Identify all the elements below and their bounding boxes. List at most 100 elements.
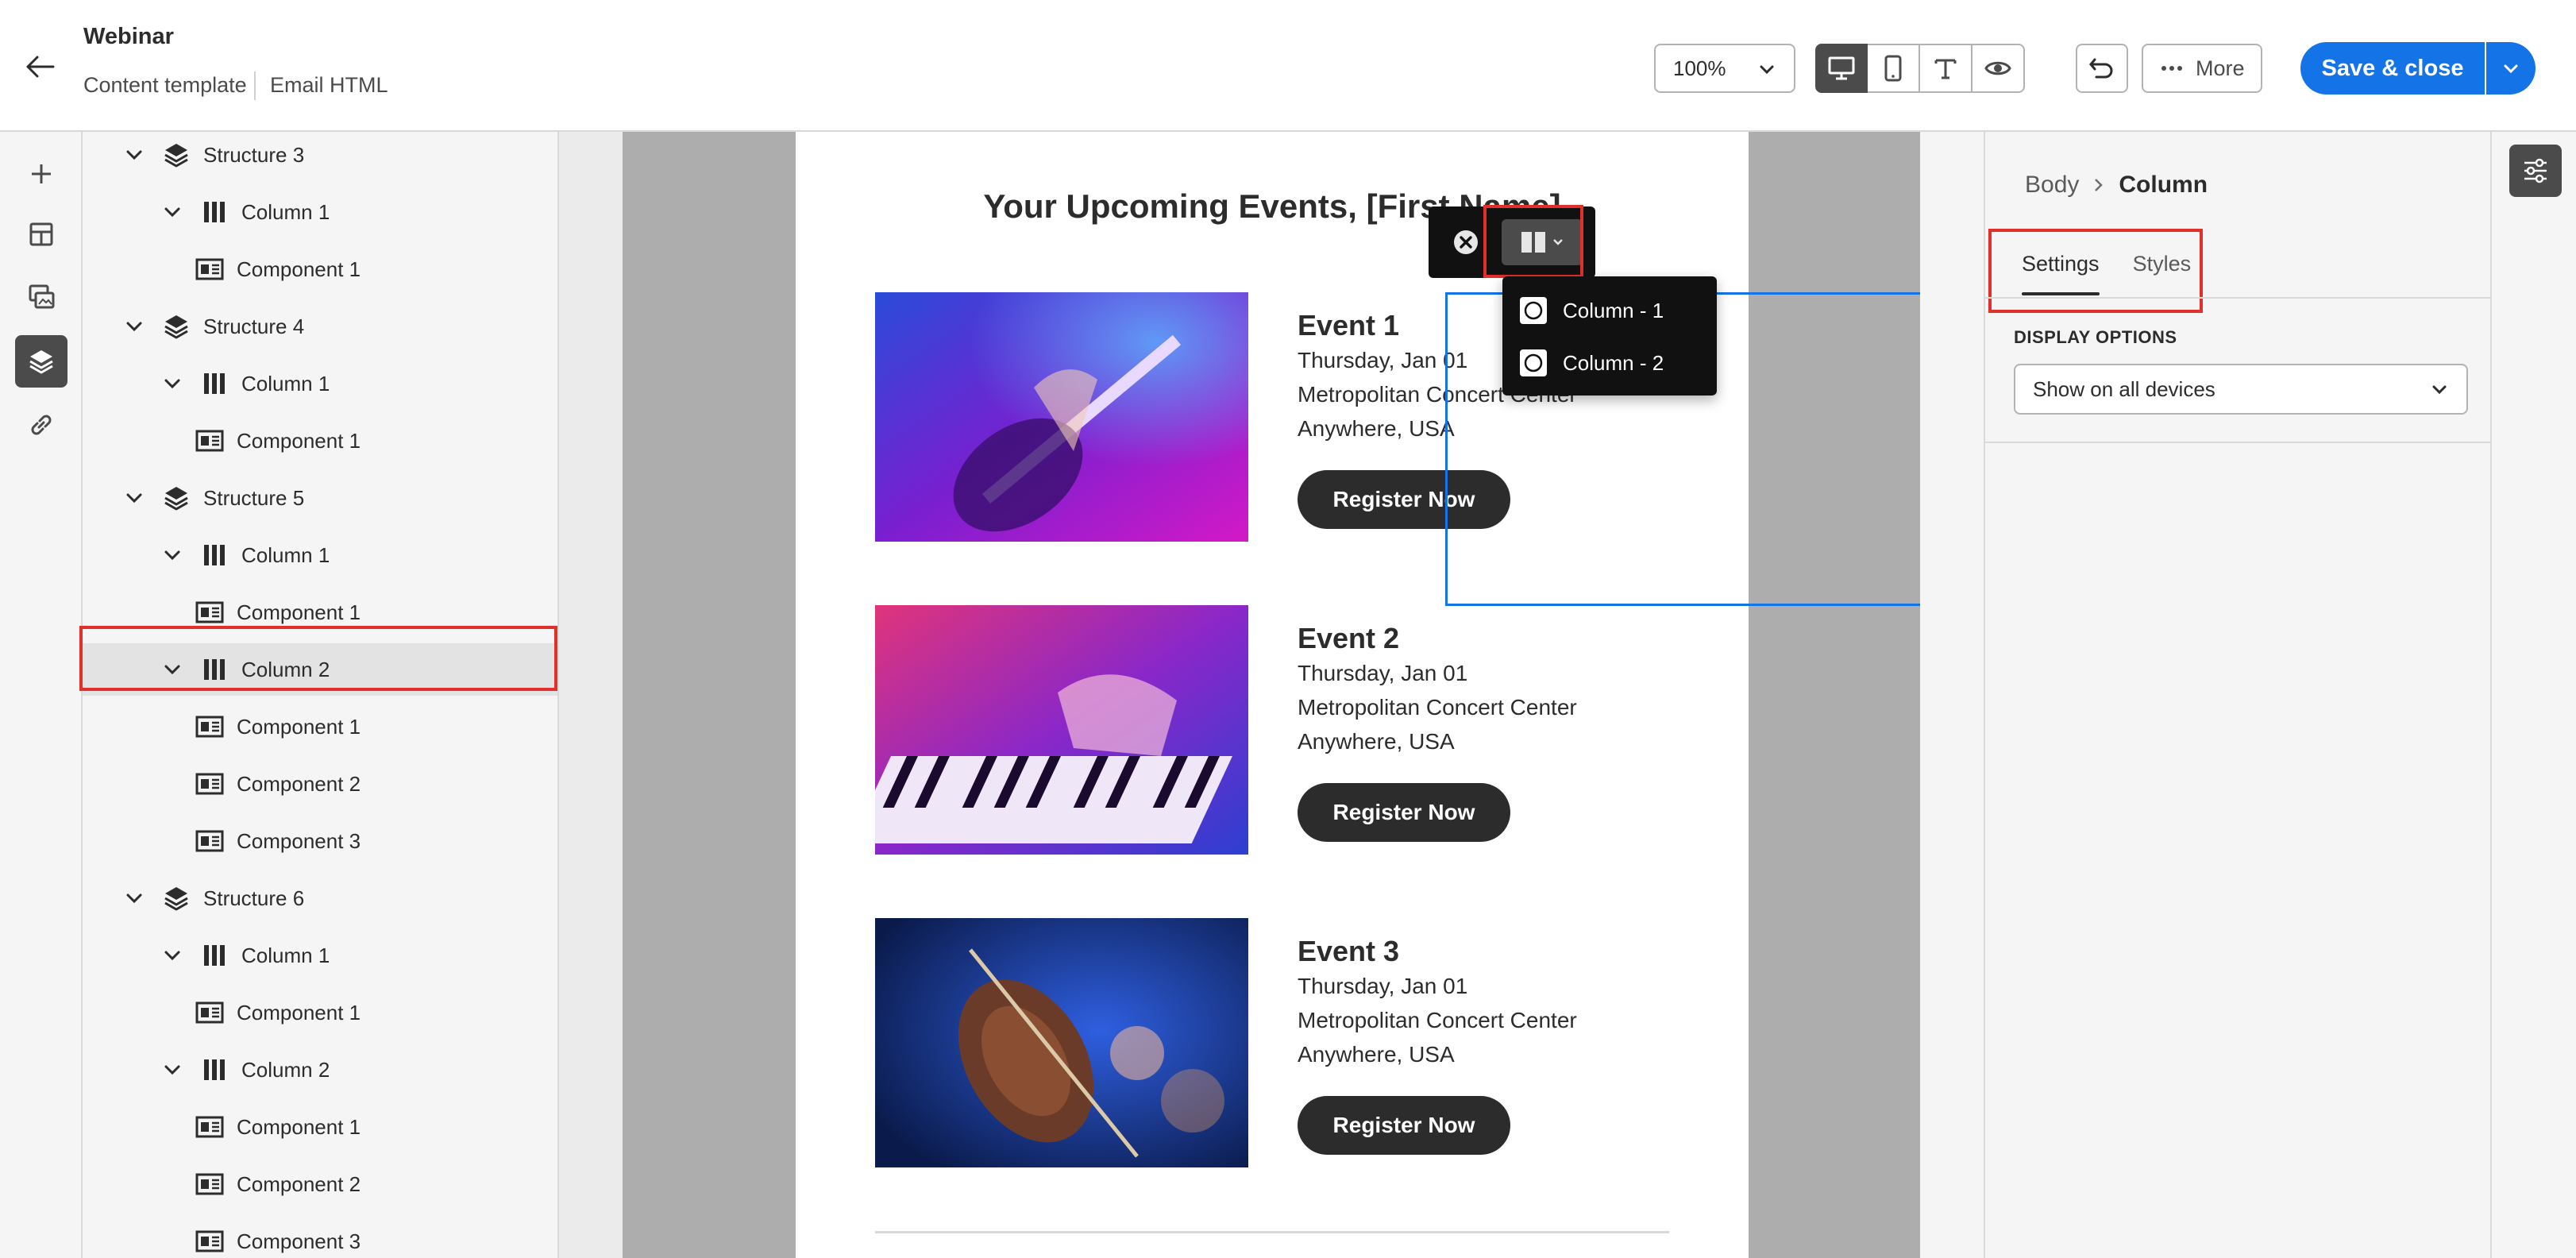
tree-structure-row[interactable]: Structure 5 [83,472,557,524]
tree-column-row[interactable]: Column 2 [83,1044,557,1096]
arrow-left-icon [26,56,55,78]
layers-button[interactable] [15,335,67,388]
chevron-down-icon [2432,385,2447,395]
preview-button[interactable] [1972,44,2025,93]
event-location[interactable]: Anywhere, USA [1298,724,1577,758]
chevron-down-icon[interactable] [122,886,146,910]
chevron-down-icon[interactable] [160,944,184,967]
tree-column-row[interactable]: Column 1 [83,357,557,410]
assets-icon [29,284,55,309]
tree-component-row[interactable]: Component 1 [83,586,557,639]
column-2-option[interactable]: Column - 2 [1502,337,1717,389]
tree-column-row[interactable]: Column 2 [83,643,557,696]
tree-row-label: Component 1 [237,428,361,453]
tree-column-row[interactable]: Column 1 [83,529,557,581]
column-option-label: Column - 2 [1563,350,1664,375]
tab-settings[interactable]: Settings [2014,232,2107,295]
back-button[interactable] [21,48,59,86]
fragments-button[interactable] [15,208,67,260]
add-button[interactable] [15,148,67,200]
column-switch-button[interactable] [1502,219,1583,265]
tree-component-row[interactable]: Component 2 [83,758,557,810]
tree-component-row[interactable]: Component 1 [83,1101,557,1153]
event-date[interactable]: Thursday, Jan 01 [1298,656,1577,690]
register-now-button[interactable]: Register Now [1298,783,1510,842]
desktop-view-button[interactable] [1815,44,1868,93]
event-location[interactable]: Anywhere, USA [1298,1037,1577,1071]
event-name[interactable]: Event 2 [1298,621,1577,656]
event-venue[interactable]: Metropolitan Concert Center [1298,1003,1577,1037]
column-option-label: Column - 1 [1563,298,1664,322]
event-1-image[interactable] [875,292,1248,542]
column-menu: Column - 1 Column - 2 [1502,276,1717,396]
more-button[interactable]: More [2142,44,2262,93]
tree-row-label: Structure 3 [203,142,305,167]
tree-component-row[interactable]: Component 1 [83,243,557,295]
tree-row-label: Structure 6 [203,886,305,910]
event-location[interactable]: Anywhere, USA [1298,411,1577,446]
properties-toggle-button[interactable] [2509,145,2562,197]
tree-component-row[interactable]: Component 1 [83,986,557,1039]
zoom-select[interactable]: 100% [1654,44,1795,93]
tree-component-row[interactable]: Component 1 [83,415,557,467]
save-options-button[interactable] [2486,42,2536,95]
column-index-icon [1520,349,1547,376]
event-3-image[interactable] [875,918,1248,1167]
undo-button[interactable] [2076,44,2128,93]
links-button[interactable] [15,399,67,451]
event-date[interactable]: Thursday, Jan 01 [1298,969,1577,1003]
delete-column-button[interactable] [1449,226,1483,259]
tree-component-row[interactable]: Component 1 [83,700,557,753]
chevron-down-icon[interactable] [122,143,146,167]
text-icon [1934,59,1957,79]
register-now-button[interactable]: Register Now [1298,470,1510,529]
register-now-button[interactable]: Register Now [1298,1096,1510,1155]
chevron-down-icon[interactable] [122,314,146,338]
chevron-down-icon[interactable] [160,658,184,681]
piano-photo [875,605,1248,855]
tree-row-label: Structure 4 [203,314,305,338]
tree-structure-row[interactable]: Structure 3 [83,132,557,181]
undo-icon [2089,58,2113,79]
text-view-button[interactable] [1920,44,1972,93]
tree-component-row[interactable]: Component 2 [83,1158,557,1210]
event-venue[interactable]: Metropolitan Concert Center [1298,690,1577,724]
tree-column-row[interactable]: Column 1 [83,929,557,982]
component-icon [194,1228,226,1255]
breadcrumb-current: Column [2119,172,2208,198]
header-divider [254,71,256,100]
column-toolbar [1429,206,1595,278]
chevron-down-icon[interactable] [160,372,184,396]
mobile-view-button[interactable] [1868,44,1920,93]
chevron-down-icon[interactable] [160,1058,184,1082]
tab-styles[interactable]: Styles [2125,232,2200,295]
chevron-down-icon[interactable] [122,486,146,510]
assets-button[interactable] [15,270,67,322]
tree-column-row[interactable]: Column 1 [83,186,557,238]
app-title: Webinar [83,24,174,49]
tree-row-label: Component 1 [237,1114,361,1139]
save-close-button[interactable]: Save & close [2300,42,2485,95]
event-name[interactable]: Event 3 [1298,934,1577,969]
chevron-down-icon[interactable] [160,543,184,567]
plus-icon [32,164,51,183]
email-title[interactable]: Your Upcoming Events, [First Name] [796,187,1749,226]
tree-row-label: Component 1 [237,714,361,739]
tree-component-row[interactable]: Component 3 [83,1215,557,1258]
close-circle-icon [1454,230,1478,254]
tree-row-label: Component 2 [237,771,361,796]
column-index-icon [1520,297,1547,324]
tree-row-label: Column 2 [241,657,330,681]
display-options-select[interactable]: Show on all devices [2014,364,2468,415]
tree-component-row[interactable]: Component 3 [83,815,557,867]
right-rail [2492,132,2576,1258]
tree-row-label: Column 2 [241,1057,330,1082]
column-1-option[interactable]: Column - 1 [1502,284,1717,337]
display-options-value: Show on all devices [2033,376,2215,401]
chevron-down-icon[interactable] [160,200,184,224]
event-2-image[interactable] [875,605,1248,855]
breadcrumb-root[interactable]: Body [2025,172,2079,199]
properties-tabs: Settings Styles [2014,232,2216,295]
tree-structure-row[interactable]: Structure 4 [83,300,557,353]
tree-structure-row[interactable]: Structure 6 [83,872,557,924]
